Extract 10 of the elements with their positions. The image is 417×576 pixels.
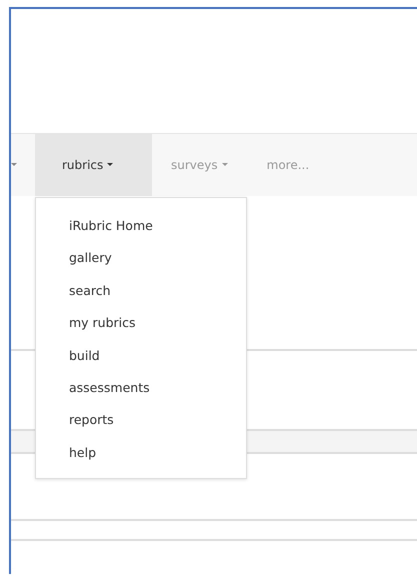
menu-item[interactable]: reports: [36, 404, 246, 437]
menu-item[interactable]: iRubric Home: [36, 210, 246, 242]
menu-item[interactable]: my rubrics: [36, 307, 246, 340]
menu-item[interactable]: help: [36, 436, 246, 470]
menu-item[interactable]: search: [36, 274, 246, 308]
menu-item[interactable]: gallery: [36, 242, 246, 275]
nav-tab[interactable]: rubrics: [35, 134, 152, 196]
menu-item[interactable]: assessments: [36, 372, 246, 404]
menu-item[interactable]: build: [36, 340, 246, 372]
caret-icon: [11, 162, 17, 166]
